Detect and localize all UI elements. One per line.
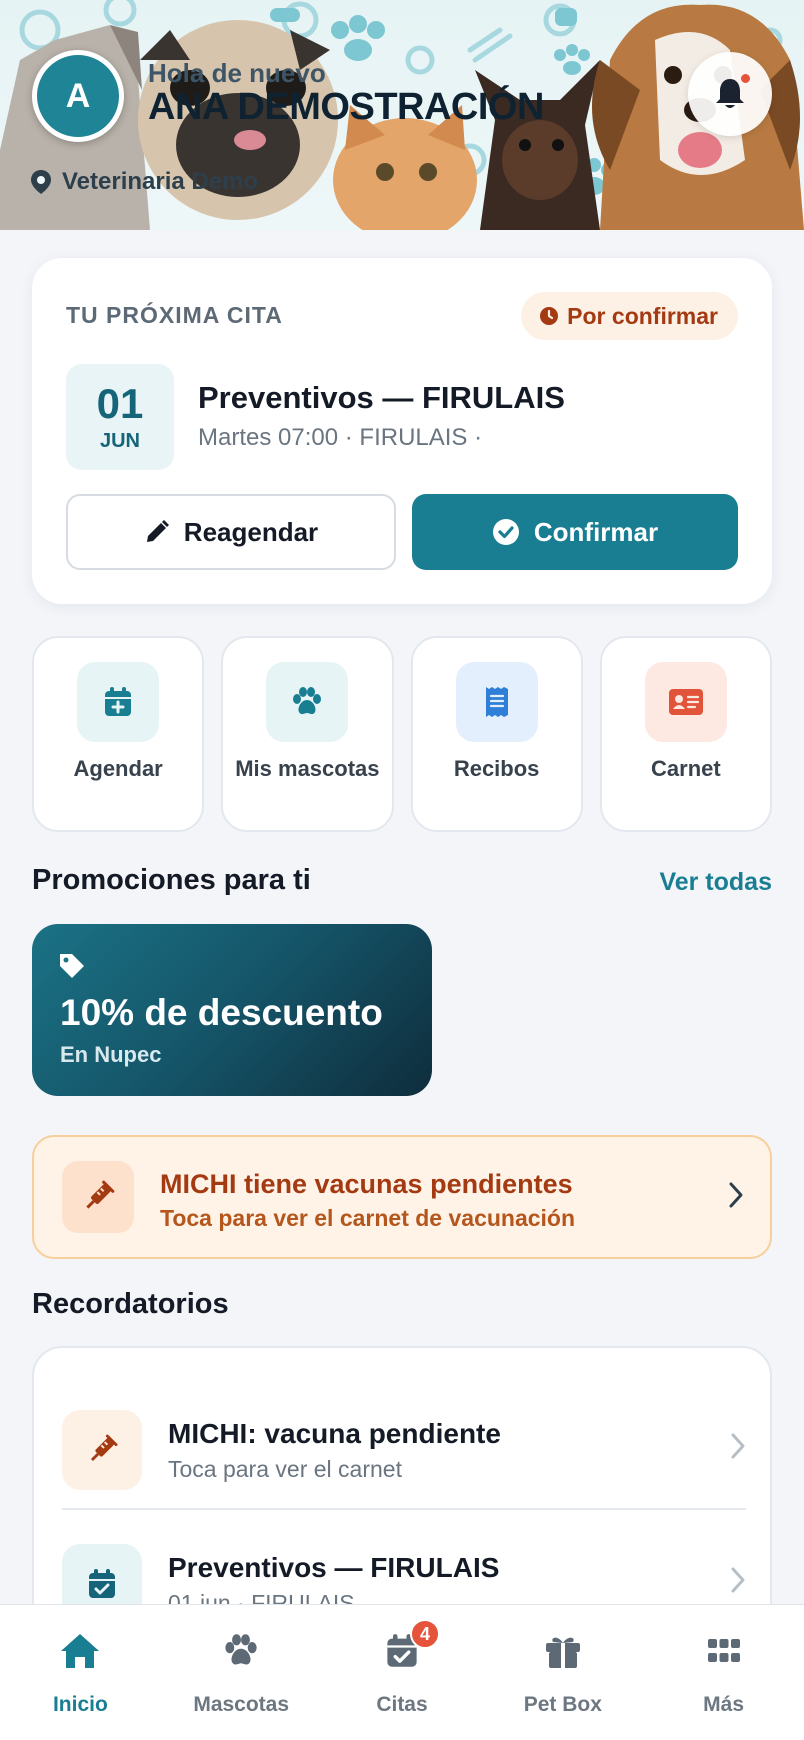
- chevron-right-icon: [730, 1566, 746, 1594]
- next-appointment-card: TU PRÓXIMA CITA Por confirmar 01 JUN Pre…: [32, 258, 772, 604]
- greeting-text: Hola de nuevo: [148, 58, 326, 88]
- reminder-subtitle: Toca para ver el carnet: [168, 1456, 402, 1482]
- quick-action-card[interactable]: Carnet: [599, 636, 772, 832]
- notifications-button[interactable]: [688, 52, 772, 136]
- id-card-icon: [644, 662, 727, 742]
- reschedule-button[interactable]: Reagendar: [66, 494, 396, 570]
- status-badge: Por confirmar: [521, 292, 738, 340]
- reminder-item[interactable]: MICHI: vacuna pendiente Toca para ver el…: [62, 1388, 746, 1504]
- chevron-right-icon: [730, 1432, 746, 1460]
- location-pin-icon: [31, 170, 51, 194]
- notification-dot: [741, 74, 750, 83]
- nav-pets[interactable]: Mascotas: [161, 1605, 322, 1740]
- chevron-right-icon: [728, 1181, 744, 1209]
- nav-label: Citas: [376, 1693, 428, 1716]
- reschedule-label: Reagendar: [183, 516, 319, 547]
- appointment-title: Preventivos — FIRULAIS: [198, 380, 565, 415]
- nav-more[interactable]: Más: [643, 1605, 804, 1740]
- syringe-icon: [62, 1161, 134, 1233]
- vaccine-alert-card[interactable]: MICHI tiene vacunas pendientes Toca para…: [32, 1135, 772, 1259]
- calendar-plus-icon: [77, 662, 160, 742]
- paw-icon: [219, 1629, 263, 1673]
- confirm-button[interactable]: Confirmar: [412, 494, 738, 570]
- promo-card[interactable]: 10% de descuento En Nupec: [32, 924, 432, 1096]
- vaccine-alert-subtitle: Toca para ver el carnet de vacunación: [160, 1205, 576, 1231]
- header-banner: A Hola de nuevo ANA DEMOSTRACIÓN Veterin…: [0, 0, 804, 230]
- syringe-icon: [62, 1410, 142, 1490]
- reminder-title: Preventivos — FIRULAIS: [168, 1552, 500, 1583]
- nav-label: Mascotas: [193, 1693, 290, 1716]
- nav-label: Inicio: [52, 1693, 108, 1716]
- reminders-title: Recordatorios: [32, 1288, 229, 1320]
- appointment-date: 01 JUN: [66, 364, 174, 470]
- nav-home[interactable]: Inicio: [0, 1605, 161, 1740]
- quick-action-label: Mis mascotas: [235, 756, 380, 781]
- paw-icon: [266, 662, 349, 742]
- appointments-count-badge: 4: [409, 1619, 440, 1649]
- bottom-navigation: Inicio Mascotas 4 Citas Pet Box Más: [0, 1604, 804, 1740]
- quick-actions: Agendar Mis mascotas Recibos Carnet: [32, 636, 772, 832]
- quick-action-label: Recibos: [453, 756, 540, 781]
- vaccine-alert-title: MICHI tiene vacunas pendientes: [160, 1169, 573, 1199]
- nav-label: Más: [703, 1693, 745, 1716]
- nav-pet-box[interactable]: Pet Box: [482, 1605, 643, 1740]
- user-name: ANA DEMOSTRACIÓN: [148, 86, 544, 128]
- reminder-divider: [62, 1508, 746, 1510]
- promo-title: 10% de descuento: [60, 992, 383, 1033]
- appointment-subtitle: Martes 07:00 · FIRULAIS ·: [198, 424, 483, 451]
- home-icon: [58, 1629, 102, 1673]
- reminder-title: MICHI: vacuna pendiente: [168, 1418, 501, 1449]
- avatar[interactable]: A: [32, 50, 124, 142]
- check-circle-icon: [492, 519, 519, 545]
- see-all-promotions-link[interactable]: Ver todas: [659, 868, 772, 897]
- receipt-icon: [455, 662, 538, 742]
- quick-action-my-pets[interactable]: Mis mascotas: [221, 636, 394, 832]
- next-appointment-heading: TU PRÓXIMA CITA: [66, 302, 283, 328]
- pencil-icon: [146, 520, 169, 542]
- grid-icon: [702, 1629, 746, 1673]
- promo-subtitle: En Nupec: [60, 1042, 162, 1067]
- quick-action-receipts[interactable]: Recibos: [410, 636, 583, 832]
- quick-action-label: Carnet: [651, 756, 721, 781]
- tag-icon: [60, 954, 84, 978]
- promotions-title: Promociones para ti: [32, 864, 311, 896]
- clinic-selector[interactable]: Veterinaria Demo: [30, 168, 258, 196]
- status-label: Por confirmar: [567, 302, 718, 329]
- confirm-label: Confirmar: [533, 516, 659, 547]
- date-month: JUN: [99, 429, 140, 452]
- bell-icon: [716, 79, 744, 108]
- quick-action-label: Agendar: [73, 756, 163, 781]
- nav-label: Pet Box: [523, 1693, 602, 1716]
- gift-icon: [541, 1629, 585, 1673]
- date-day: 01: [96, 379, 144, 427]
- nav-appointments[interactable]: 4 Citas: [322, 1605, 483, 1740]
- clinic-name: Veterinaria Demo: [62, 168, 259, 195]
- clock-icon: [540, 307, 559, 325]
- quick-action-schedule[interactable]: Agendar: [32, 636, 205, 832]
